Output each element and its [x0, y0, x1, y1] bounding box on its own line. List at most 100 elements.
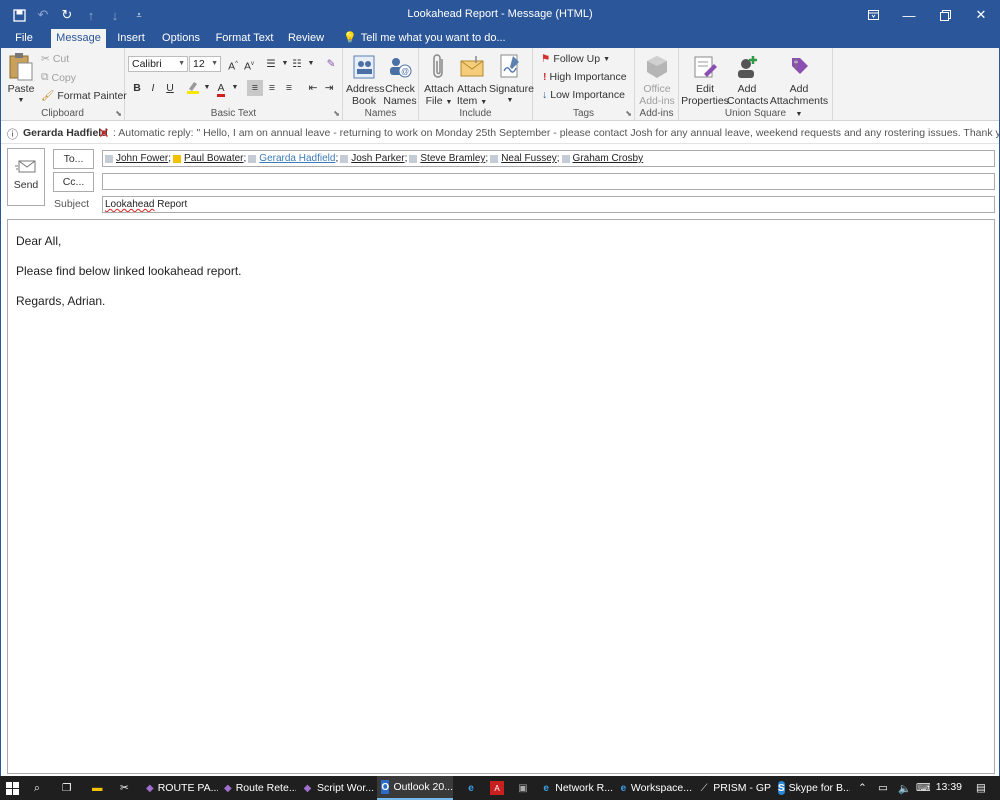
- minimize-icon[interactable]: —: [891, 1, 927, 29]
- recipient-chip[interactable]: Gerarda Hadfield;: [248, 151, 338, 166]
- ribbon-display-options-icon[interactable]: [855, 1, 891, 29]
- exclamation-icon: !: [543, 71, 547, 83]
- align-left-icon[interactable]: ≡: [247, 80, 263, 96]
- low-importance-button[interactable]: ↓ Low Importance: [542, 89, 625, 101]
- pdf-icon[interactable]: A: [486, 776, 508, 800]
- cc-field[interactable]: [102, 173, 995, 190]
- office-addins-button[interactable]: Office Add-ins: [638, 52, 676, 107]
- add-contacts-button[interactable]: Add Contacts: [727, 52, 768, 107]
- envelope-icon: [457, 52, 487, 82]
- address-book-button[interactable]: Address Book: [346, 52, 385, 107]
- start-button[interactable]: [2, 776, 26, 800]
- signature-button[interactable]: Signature ▼: [489, 52, 534, 107]
- tell-me-search[interactable]: 💡 Tell me what you want to do...: [343, 29, 506, 48]
- search-icon[interactable]: ⌕: [30, 776, 54, 800]
- decrease-indent-icon[interactable]: ⇤: [305, 80, 321, 96]
- to-field[interactable]: John Fower; Paul Bowater; Gerarda Hadfield…: [102, 150, 995, 167]
- align-right-icon[interactable]: ≡: [281, 80, 297, 96]
- tab-format-text[interactable]: Format Text: [211, 29, 278, 48]
- tab-message[interactable]: Message: [51, 29, 106, 48]
- basic-text-launcher-icon[interactable]: ⬊: [333, 109, 340, 118]
- recipient-name: John Fower: [116, 153, 169, 164]
- align-center-icon[interactable]: ≡: [264, 80, 280, 96]
- restore-icon[interactable]: [927, 1, 963, 29]
- send-button[interactable]: Send: [7, 148, 45, 206]
- subject-field[interactable]: Lookahead Report: [102, 196, 995, 213]
- follow-up-button[interactable]: ⚑ Follow Up ▼: [541, 53, 610, 65]
- taskbar-item-route-pa[interactable]: ◆ ROUTE PA...: [142, 776, 218, 800]
- cc-button[interactable]: Cc...: [53, 172, 94, 192]
- format-painter-button[interactable]: 🖌 Format Painter: [41, 89, 127, 103]
- recipient-chip[interactable]: Steve Bramley;: [409, 151, 488, 166]
- recipient-chip[interactable]: Graham Crosby: [561, 151, 643, 166]
- copy-label: Copy: [51, 71, 77, 84]
- recipient-chip[interactable]: Neal Fussey;: [490, 151, 560, 166]
- paste-button[interactable]: Paste ▼: [5, 52, 37, 107]
- chevron-up-icon[interactable]: ⌃: [854, 776, 872, 800]
- recipient-chip[interactable]: John Fower;: [105, 151, 171, 166]
- increase-indent-icon[interactable]: ⇥: [321, 80, 337, 96]
- task-view-icon[interactable]: ❐: [58, 776, 82, 800]
- scissors-icon: ✂: [41, 53, 50, 65]
- tab-file[interactable]: File: [7, 29, 41, 48]
- taskbar-item-outlook[interactable]: O Outlook 20...: [377, 776, 453, 800]
- mailtip-bar: ⓘ Gerarda Hadfield ✕ : Automatic reply: …: [1, 122, 999, 144]
- taskbar-label: Script Wor...: [317, 782, 374, 794]
- close-icon[interactable]: ✕: [963, 1, 999, 29]
- tab-review[interactable]: Review: [284, 29, 328, 48]
- taskbar-label: Route Rete...: [235, 782, 296, 794]
- keyboard-icon[interactable]: ⌨: [912, 776, 930, 800]
- attach-file-label-2: File ▼: [425, 95, 453, 107]
- taskbar-item-workspace[interactable]: e Workspace...: [616, 776, 692, 800]
- high-importance-button[interactable]: ! High Importance: [543, 71, 627, 83]
- taskbar-item-script-wor[interactable]: ◆ Script Wor...: [298, 776, 374, 800]
- taskbar-clock[interactable]: 13:39: [936, 781, 962, 793]
- attach-item-button[interactable]: Attach Item ▼: [455, 52, 489, 109]
- numbering-dropdown-icon[interactable]: ▼: [303, 56, 319, 72]
- tags-launcher-icon[interactable]: ⬊: [625, 109, 632, 118]
- tools-icon[interactable]: ✂: [116, 776, 140, 800]
- tab-options[interactable]: Options: [158, 29, 204, 48]
- to-button[interactable]: To...: [53, 149, 94, 169]
- bold-button[interactable]: B: [129, 80, 145, 96]
- subject-word-misspelled: Lookahead: [105, 199, 155, 210]
- taskbar-item-network-r[interactable]: e Network R...: [537, 776, 613, 800]
- italic-button[interactable]: I: [145, 80, 161, 96]
- font-size-value: 12: [193, 58, 205, 70]
- taskbar-item-skype[interactable]: S Skype for B...: [774, 776, 850, 800]
- recipient-separator: ;: [243, 153, 247, 164]
- dismiss-mailtip-icon[interactable]: ✕: [98, 125, 110, 142]
- recipient-chip[interactable]: Paul Bowater;: [173, 151, 246, 166]
- font-color-dropdown-icon[interactable]: ▼: [227, 80, 243, 96]
- check-names-button[interactable]: @ Check Names: [382, 52, 418, 107]
- skype-icon: S: [778, 781, 785, 795]
- taskbar-item-route-rete[interactable]: ◆ Route Rete...: [220, 776, 296, 800]
- underline-button[interactable]: U: [162, 80, 178, 96]
- copy-button[interactable]: ⧉ Copy: [41, 71, 76, 84]
- mailtip-sender: Gerarda Hadfield: [23, 127, 108, 139]
- window-title: Lookahead Report - Message (HTML): [407, 8, 593, 20]
- grow-font-icon[interactable]: A^: [225, 56, 241, 73]
- add-attachments-label-1: Add: [789, 83, 809, 95]
- cut-button[interactable]: ✂ Cut: [41, 53, 69, 65]
- attach-file-button[interactable]: Attach File ▼: [422, 52, 456, 109]
- volume-icon[interactable]: 🔈: [894, 776, 912, 800]
- shrink-font-icon[interactable]: Av: [241, 56, 257, 73]
- notifications-icon[interactable]: ▤: [972, 776, 996, 800]
- file-explorer-icon[interactable]: ▬: [88, 776, 112, 800]
- ie-icon[interactable]: e: [460, 776, 482, 800]
- network-icon[interactable]: ▭: [874, 776, 892, 800]
- clipboard-launcher-icon[interactable]: ⬊: [115, 109, 122, 118]
- font-name-combo[interactable]: Calibri ▼: [128, 56, 188, 72]
- app-icon[interactable]: ▣: [512, 776, 534, 800]
- taskbar-item-prism[interactable]: ⟋ PRISM - GP: [695, 776, 771, 800]
- group-union-square: Edit Properties Add Contacts Add Attachm…: [679, 48, 833, 121]
- edit-properties-button[interactable]: Edit Properties: [681, 52, 729, 107]
- recipient-chip[interactable]: Josh Parker;: [340, 151, 407, 166]
- taskbar-label: ROUTE PA...: [157, 782, 218, 794]
- signature-label: Signature: [489, 83, 534, 95]
- font-size-combo[interactable]: 12 ▼: [189, 56, 221, 72]
- tab-insert[interactable]: Insert: [112, 29, 150, 48]
- message-body[interactable]: Dear All, Please find below linked looka…: [7, 219, 995, 774]
- clear-formatting-icon[interactable]: ✎: [323, 56, 339, 72]
